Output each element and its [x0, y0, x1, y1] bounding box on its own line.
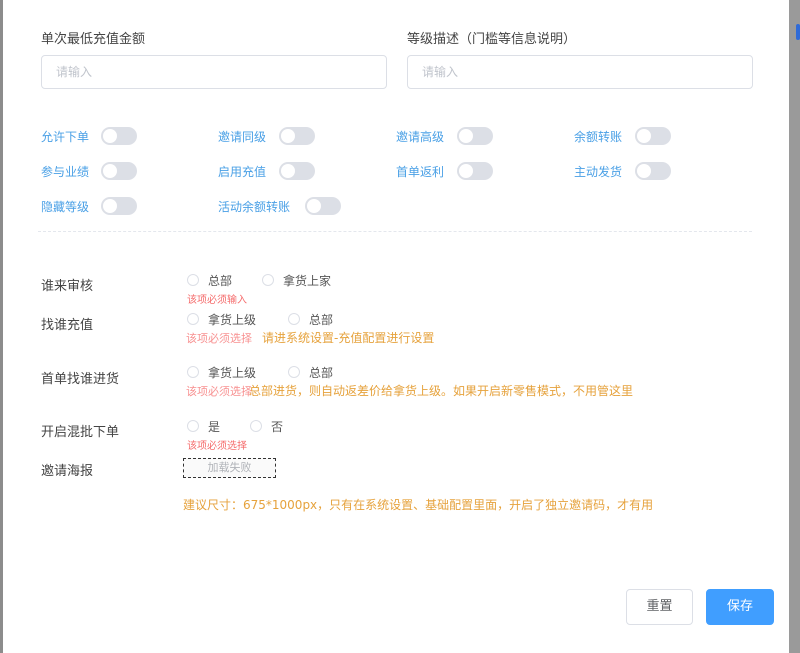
- recharge-error-overlap: 该项必须选择: [186, 332, 252, 345]
- review-option-hq-radio[interactable]: [187, 274, 199, 286]
- switch-label-allow-order: 允许下单: [41, 130, 90, 144]
- invite-higher-level-switch[interactable]: [457, 127, 493, 145]
- first-order-rebate-switch[interactable]: [457, 162, 493, 180]
- mixed-option-yes-radio[interactable]: [187, 420, 199, 432]
- hide-level-switch[interactable]: [101, 197, 137, 215]
- active-shipping-switch[interactable]: [635, 162, 671, 180]
- save-button[interactable]: 保存: [706, 589, 774, 625]
- review-option-upline-label[interactable]: 拿货上家: [283, 272, 331, 289]
- background-page-marker: [796, 24, 800, 40]
- recharge-source-label: 找谁充值: [41, 318, 94, 333]
- switch-label-balance-transfer: 余额转账: [574, 130, 623, 144]
- review-error: 该项必须输入: [187, 295, 247, 306]
- switch-label-invite-same-level: 邀请同级: [218, 130, 267, 144]
- invite-same-level-switch[interactable]: [279, 127, 315, 145]
- switch-label-active-shipping: 主动发货: [574, 165, 623, 179]
- reset-button[interactable]: 重置: [626, 589, 693, 625]
- switch-label-hide-level: 隐藏等级: [41, 200, 90, 214]
- mixed-option-no-radio[interactable]: [250, 420, 262, 432]
- switch-label-first-order-rebate: 首单返利: [396, 165, 445, 179]
- level-edit-dialog: [3, 0, 789, 653]
- first-order-error-overlap: 该项必须选择: [186, 385, 252, 398]
- first-order-option-upline-radio[interactable]: [187, 366, 199, 378]
- activity-balance-transfer-switch[interactable]: [305, 197, 341, 215]
- section-divider: [38, 231, 752, 232]
- invite-poster-label: 邀请海报: [41, 464, 94, 479]
- first-order-tip: 总部进货，则自动返差价给拿货上级。如果开启新零售模式，不用管这里: [249, 384, 634, 398]
- mixed-batch-label: 开启混批下单: [41, 425, 120, 440]
- first-order-source-label: 首单找谁进货: [41, 372, 120, 387]
- join-performance-switch[interactable]: [101, 162, 137, 180]
- review-option-hq-label[interactable]: 总部: [208, 272, 232, 289]
- review-option-upline-radio[interactable]: [262, 274, 274, 286]
- switch-label-enable-recharge: 启用充值: [218, 165, 267, 179]
- review-label: 谁来审核: [41, 279, 94, 294]
- enable-recharge-switch[interactable]: [279, 162, 315, 180]
- recharge-option-upline-radio[interactable]: [187, 313, 199, 325]
- recharge-tip: 请进系统设置-充值配置进行设置: [262, 331, 435, 345]
- recharge-option-hq-label[interactable]: 总部: [309, 311, 333, 328]
- switch-label-activity-balance-transfer: 活动余额转账: [218, 200, 291, 214]
- switch-label-invite-higher-level: 邀请高级: [396, 130, 445, 144]
- first-order-option-upline-label[interactable]: 拿货上级: [208, 364, 256, 381]
- first-order-option-hq-radio[interactable]: [288, 366, 300, 378]
- background-page-edge: [789, 0, 800, 653]
- first-order-option-hq-label[interactable]: 总部: [309, 364, 333, 381]
- mixed-error: 该项必须选择: [187, 441, 247, 452]
- poster-upload-failed[interactable]: 加载失败: [183, 458, 276, 478]
- min-recharge-label: 单次最低充值金额: [41, 32, 146, 47]
- balance-transfer-switch[interactable]: [635, 127, 671, 145]
- mixed-option-yes-label[interactable]: 是: [208, 418, 220, 435]
- mixed-option-no-label[interactable]: 否: [271, 418, 283, 435]
- recharge-option-upline-label[interactable]: 拿货上级: [208, 311, 256, 328]
- level-desc-input[interactable]: [407, 55, 753, 89]
- poster-size-tip: 建议尺寸：675*1000px，只有在系统设置、基础配置里面，开启了独立邀请码，…: [183, 498, 654, 512]
- level-desc-label: 等级描述（门槛等信息说明）: [407, 32, 577, 47]
- allow-order-switch[interactable]: [101, 127, 137, 145]
- switch-label-join-performance: 参与业绩: [41, 165, 90, 179]
- recharge-option-hq-radio[interactable]: [288, 313, 300, 325]
- min-recharge-input[interactable]: [41, 55, 387, 89]
